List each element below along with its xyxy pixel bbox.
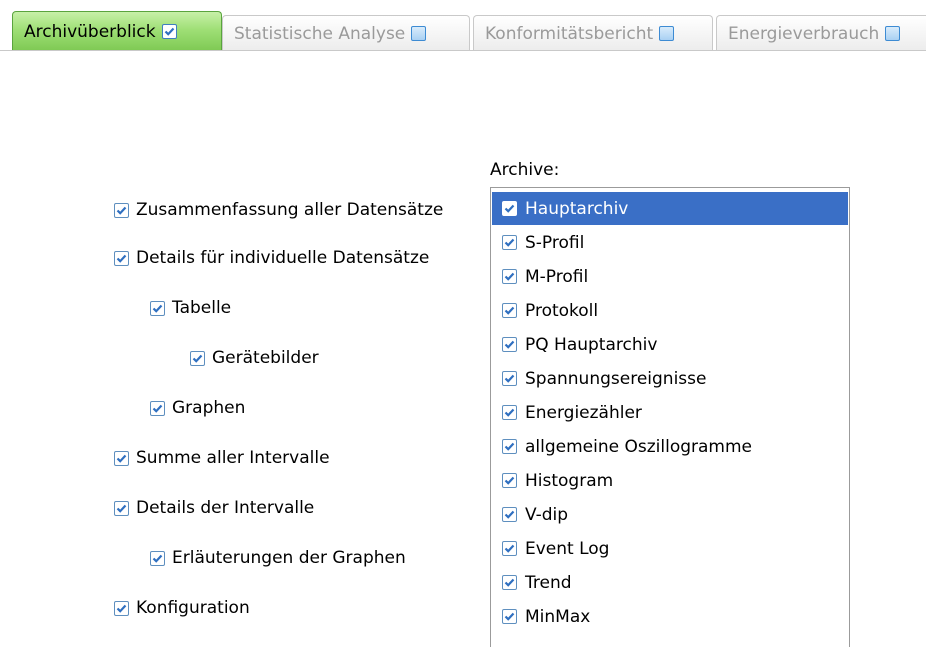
checkbox[interactable] bbox=[502, 235, 517, 250]
archive-label: Histogram bbox=[525, 470, 614, 491]
tab-statistische-analyse[interactable]: Statistische Analyse bbox=[222, 15, 470, 51]
option-graphen[interactable]: Graphen bbox=[150, 396, 245, 420]
archive-item-spannungsereignisse[interactable]: Spannungsereignisse bbox=[492, 362, 848, 395]
tab-label: Statistische Analyse bbox=[234, 23, 406, 44]
archive-item-v-dip[interactable]: V-dip bbox=[492, 498, 848, 531]
tab-include-checkbox[interactable] bbox=[161, 24, 177, 39]
checkbox[interactable] bbox=[150, 550, 165, 566]
option-zusammenfassung[interactable]: Zusammenfassung aller Datensätze bbox=[114, 198, 476, 222]
option-geraetebilder[interactable]: Gerätebilder bbox=[190, 346, 319, 370]
checkbox[interactable] bbox=[502, 575, 517, 590]
checkbox[interactable] bbox=[190, 350, 205, 366]
checkbox[interactable] bbox=[502, 609, 517, 624]
checkbox[interactable] bbox=[150, 400, 165, 416]
checkbox[interactable] bbox=[502, 371, 517, 386]
checkbox[interactable] bbox=[114, 202, 129, 218]
option-label: Graphen bbox=[172, 398, 246, 418]
archive-label: Event Log bbox=[525, 538, 610, 559]
report-tab-strip: Archivüberblick Statistische Analyse Kon… bbox=[0, 0, 926, 54]
option-label: Zusammenfassung aller Datensätze bbox=[136, 200, 444, 220]
checkbox[interactable] bbox=[114, 250, 129, 266]
archive-item-energiezaehler[interactable]: Energiezähler bbox=[492, 396, 848, 429]
option-details-datensaetze[interactable]: Details für individuelle Datensätze bbox=[114, 246, 429, 270]
archive-item-oszillogramme[interactable]: allgemeine Oszillogramme bbox=[492, 430, 848, 463]
archive-label: Energiezähler bbox=[525, 402, 642, 423]
option-label: Gerätebilder bbox=[212, 348, 319, 368]
archive-item-m-profil[interactable]: M-Profil bbox=[492, 260, 848, 293]
archive-item-pq-hauptarchiv[interactable]: PQ Hauptarchiv bbox=[492, 328, 848, 361]
checkbox[interactable] bbox=[114, 500, 129, 516]
tab-divider bbox=[0, 50, 926, 51]
checkbox[interactable] bbox=[502, 269, 517, 284]
option-erlaeuterungen-graphen[interactable]: Erläuterungen der Graphen bbox=[150, 546, 406, 570]
archive-label: MinMax bbox=[525, 606, 591, 627]
archive-label: M-Profil bbox=[525, 266, 589, 287]
checkbox[interactable] bbox=[502, 507, 517, 522]
archive-label: Protokoll bbox=[525, 300, 599, 321]
option-label: Konfiguration bbox=[136, 598, 250, 618]
checkbox[interactable] bbox=[502, 337, 517, 352]
tab-include-checkbox[interactable] bbox=[885, 26, 901, 41]
archive-label: Spannungsereignisse bbox=[525, 368, 707, 389]
option-tabelle[interactable]: Tabelle bbox=[150, 296, 231, 320]
archive-label: V-dip bbox=[525, 504, 569, 525]
option-details-intervalle[interactable]: Details der Intervalle bbox=[114, 496, 314, 520]
archive-label: Trend bbox=[525, 572, 572, 593]
archive-item-protokoll[interactable]: Protokoll bbox=[492, 294, 848, 327]
tab-label: Archivüberblick bbox=[24, 21, 156, 42]
archive-list-title: Archive: bbox=[490, 160, 560, 180]
checkbox[interactable] bbox=[502, 541, 517, 556]
archive-item-hauptarchiv[interactable]: Hauptarchiv bbox=[492, 192, 848, 225]
tab-energieverbrauch[interactable]: Energieverbrauch bbox=[716, 15, 926, 51]
tab-archivueberblick[interactable]: Archivüberblick bbox=[12, 11, 222, 51]
archive-label: S-Profil bbox=[525, 232, 585, 253]
checkbox[interactable] bbox=[502, 439, 517, 454]
tab-label: Energieverbrauch bbox=[728, 23, 880, 44]
option-label: Tabelle bbox=[172, 298, 232, 318]
archive-label: allgemeine Oszillogramme bbox=[525, 436, 753, 457]
option-label: Details für individuelle Datensätze bbox=[136, 248, 430, 268]
archive-item-event-log[interactable]: Event Log bbox=[492, 532, 848, 565]
archive-item-minmax[interactable]: MinMax bbox=[492, 600, 848, 633]
checkbox[interactable] bbox=[502, 473, 517, 488]
archive-label: PQ Hauptarchiv bbox=[525, 334, 658, 355]
option-label: Summe aller Intervalle bbox=[136, 448, 330, 468]
checkbox[interactable] bbox=[114, 450, 129, 466]
checkbox[interactable] bbox=[114, 600, 129, 616]
option-label: Details der Intervalle bbox=[136, 498, 315, 518]
checkbox[interactable] bbox=[150, 300, 165, 316]
archive-label: Hauptarchiv bbox=[525, 198, 629, 219]
tab-konformitaetsbericht[interactable]: Konformitätsbericht bbox=[473, 15, 713, 51]
tab-label: Konformitätsbericht bbox=[485, 23, 654, 44]
archive-item-trend[interactable]: Trend bbox=[492, 566, 848, 599]
archive-listbox[interactable]: Hauptarchiv S-Profil M-Profil Protokoll … bbox=[490, 187, 850, 647]
archive-item-histogram[interactable]: Histogram bbox=[492, 464, 848, 497]
checkbox[interactable] bbox=[502, 201, 517, 216]
tab-include-checkbox[interactable] bbox=[659, 26, 675, 41]
archive-item-s-profil[interactable]: S-Profil bbox=[492, 226, 848, 259]
option-label: Erläuterungen der Graphen bbox=[172, 548, 406, 568]
option-summe-intervalle[interactable]: Summe aller Intervalle bbox=[114, 446, 330, 470]
checkbox[interactable] bbox=[502, 303, 517, 318]
tab-include-checkbox[interactable] bbox=[411, 26, 427, 41]
option-konfiguration[interactable]: Konfiguration bbox=[114, 596, 250, 620]
checkbox[interactable] bbox=[502, 405, 517, 420]
